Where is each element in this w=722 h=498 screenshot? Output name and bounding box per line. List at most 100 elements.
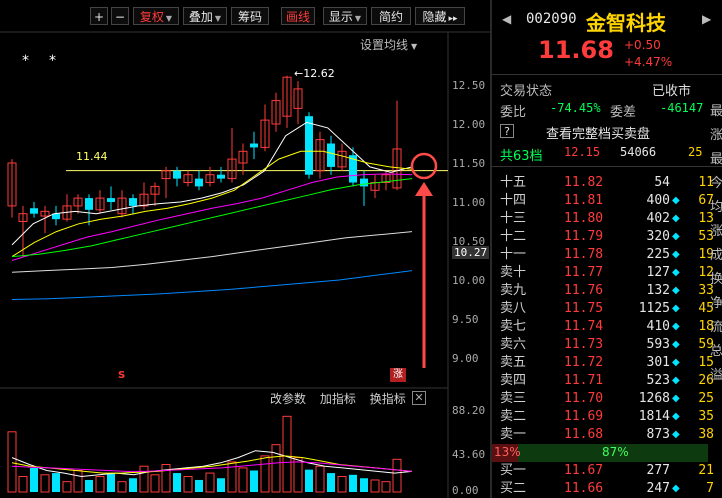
volume-bar-up xyxy=(95,476,105,493)
diamond-icon: ◆ xyxy=(672,285,680,296)
volume-bar-up xyxy=(40,474,50,493)
candle-body-down xyxy=(30,208,38,214)
volume-bar-down xyxy=(195,479,203,492)
level-price: 11.73 xyxy=(564,337,604,352)
volume-bar-down xyxy=(129,478,137,492)
volume-bar-up xyxy=(260,455,270,493)
candle-body-down xyxy=(85,198,93,210)
ask-row[interactable]: 十一 11.78 225 ◆ 19 xyxy=(500,246,714,264)
ask-row[interactable]: 十二 11.79 320 ◆ 53 xyxy=(500,228,714,246)
ask-row[interactable]: 卖三 11.70 1268 ◆ 25 xyxy=(500,390,714,408)
side-column-char: 涨 xyxy=(710,128,722,143)
diamond-icon: ◆ xyxy=(672,483,680,494)
arrow-left-icon: ← xyxy=(294,67,304,80)
weicha-value: -46147 xyxy=(660,101,704,115)
prev-stock-button[interactable]: ◀ xyxy=(502,12,511,26)
level-count: 38 xyxy=(698,427,714,442)
help-button[interactable]: ? xyxy=(500,124,514,138)
candle-body-down xyxy=(107,198,115,202)
ask-row[interactable]: 卖十 11.77 127 ◆ 12 xyxy=(500,264,714,282)
level-price: 11.66 xyxy=(564,481,604,496)
price-tick: 11.50 xyxy=(452,157,486,170)
close-indicator-button[interactable]: ✕ xyxy=(412,391,426,405)
volume-bar-up xyxy=(117,481,127,493)
full-orderbook-link[interactable]: 查看完整档买卖盘 xyxy=(546,123,650,142)
ask-row[interactable]: 卖一 11.68 873 ◆ 38 xyxy=(500,426,714,444)
level-price: 11.77 xyxy=(564,265,604,280)
level-volume: 523 xyxy=(646,373,670,388)
side-column-char: 净 xyxy=(710,296,722,311)
side-column-char: 流 xyxy=(710,320,722,335)
diamond-icon: ◆ xyxy=(672,249,680,260)
volume-bar-up xyxy=(150,474,160,493)
ask-row[interactable]: 卖五 11.72 301 ◆ 15 xyxy=(500,354,714,372)
level-price: 11.76 xyxy=(564,283,604,298)
price-tick: 12.00 xyxy=(452,118,486,131)
level-price: 11.68 xyxy=(564,427,604,442)
level-price: 11.69 xyxy=(564,409,604,424)
ask-row[interactable]: 卖八 11.75 1125 ◆ 45 xyxy=(500,300,714,318)
price-tick: 12.50 xyxy=(452,79,486,92)
trade-status-label: 交易状态 xyxy=(500,84,553,99)
side-column-char: 涨 xyxy=(710,224,722,239)
level-price: 11.79 xyxy=(564,229,604,244)
kline-chart[interactable] xyxy=(0,0,490,498)
ask-row[interactable]: 卖六 11.73 593 ◆ 59 xyxy=(500,336,714,354)
level-label: 买一 xyxy=(500,463,527,478)
bid-row[interactable]: 买一 11.67 277 21 xyxy=(500,462,714,480)
ma60-line xyxy=(11,231,413,273)
stock-name: 金智科技 xyxy=(586,11,666,35)
volume-bar-down xyxy=(85,479,93,492)
candle-body-down xyxy=(305,116,313,175)
level-label: 十三 xyxy=(500,211,527,226)
level-price: 11.78 xyxy=(564,247,604,262)
annotation-arrow-head xyxy=(415,182,433,196)
divider xyxy=(492,74,722,75)
level-label: 卖五 xyxy=(500,355,527,370)
volume-bar-down xyxy=(360,478,368,492)
change-params-button[interactable]: 改参数 xyxy=(270,392,306,406)
level-volume: 1814 xyxy=(638,409,670,424)
ask-row[interactable]: 卖二 11.69 1814 ◆ 35 xyxy=(500,408,714,426)
level-volume: 54 xyxy=(654,175,670,190)
level-label: 卖九 xyxy=(500,283,527,298)
ratio-right-value: 87% xyxy=(602,445,629,459)
signal-star: * xyxy=(49,53,56,69)
ma120-line xyxy=(11,270,413,300)
close-icon: ✕ xyxy=(414,391,424,404)
price-tick: 10.00 xyxy=(452,274,486,287)
bid-row[interactable]: 买二 11.66 247 ◆ 7 xyxy=(500,480,714,498)
price-tick: 9.50 xyxy=(452,313,479,326)
volume-bar-up xyxy=(73,470,83,493)
ask-row[interactable]: 十四 11.81 400 ◆ 67 xyxy=(500,192,714,210)
ask-row[interactable]: 卖九 11.76 132 ◆ 33 xyxy=(500,282,714,300)
switch-indicator-button[interactable]: 换指标 xyxy=(370,392,406,406)
diamond-icon: ◆ xyxy=(672,231,680,242)
diamond-icon: ◆ xyxy=(672,339,680,350)
side-column-char: 均 xyxy=(710,200,722,215)
level-label: 卖十 xyxy=(500,265,527,280)
trade-status-value: 已收市 xyxy=(652,84,692,99)
level-count: 35 xyxy=(698,409,714,424)
volume-bar-up xyxy=(161,463,171,493)
level-volume: 301 xyxy=(646,355,670,370)
weicha-label: 委差 xyxy=(610,105,637,120)
quote-panel: ◀ 002090 金智科技 ▶ 11.68 +0.50 +4.47% 交易状态 … xyxy=(490,0,722,498)
level-label: 卖三 xyxy=(500,391,527,406)
add-indicator-button[interactable]: 加指标 xyxy=(320,392,356,406)
next-stock-button[interactable]: ▶ xyxy=(702,12,711,26)
level-label: 卖八 xyxy=(500,301,527,316)
side-column-char: 最 xyxy=(710,152,722,167)
level-volume: 593 xyxy=(646,337,670,352)
ask-row[interactable]: 卖四 11.71 523 ◆ 26 xyxy=(500,372,714,390)
volume-bar-up xyxy=(315,465,325,493)
side-column-char: 最 xyxy=(710,104,722,119)
side-column-char: 今 xyxy=(710,176,722,191)
divider xyxy=(492,166,722,167)
ask-row[interactable]: 卖七 11.74 410 ◆ 18 xyxy=(500,318,714,336)
level-price: 11.67 xyxy=(564,463,604,478)
ask-row[interactable]: 十三 11.80 402 ◆ 13 xyxy=(500,210,714,228)
candle-body-down xyxy=(327,143,335,167)
ask-row[interactable]: 十五 11.82 54 11 xyxy=(500,174,714,192)
level-label: 卖四 xyxy=(500,373,527,388)
